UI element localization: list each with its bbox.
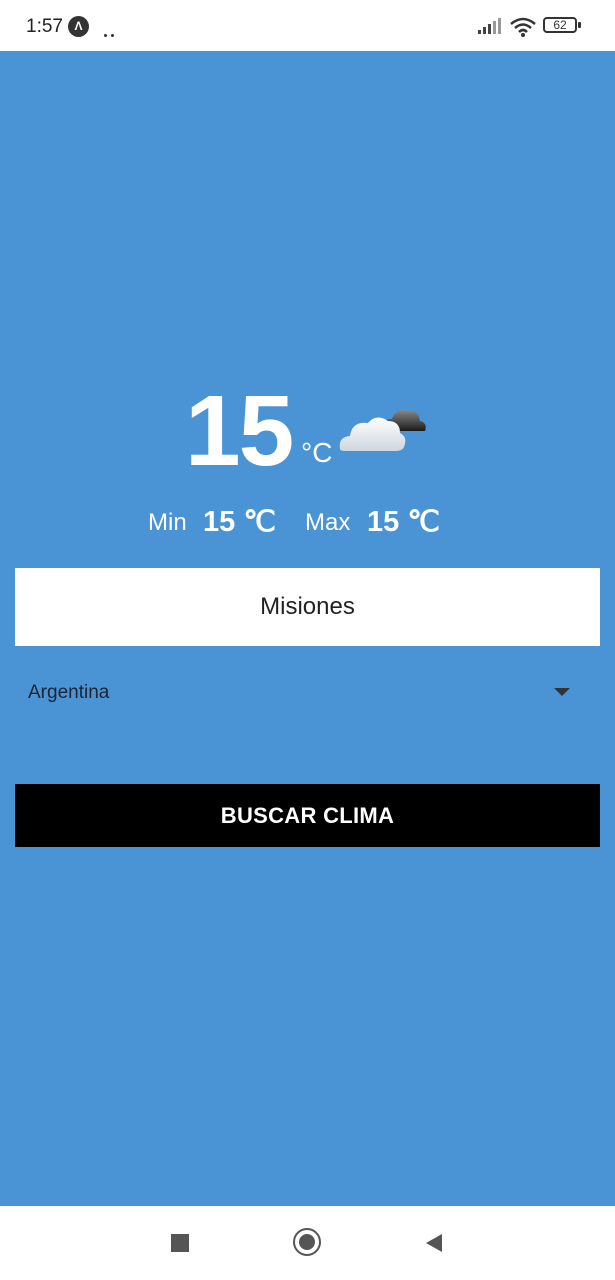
- battery-icon: 62: [543, 17, 581, 33]
- signal-icon: [478, 18, 501, 34]
- country-selected-value: Argentina: [28, 682, 110, 703]
- main-content: 15 °C Min 15 ℃ Max 15 ℃ Misiones Argenti…: [0, 51, 615, 1206]
- dropdown-arrow-icon: [554, 688, 570, 696]
- app-badge-icon: Λ: [68, 16, 89, 37]
- temperature-display: 15 °C: [0, 381, 615, 481]
- back-icon[interactable]: [424, 1233, 444, 1253]
- navigation-bar: [0, 1206, 615, 1280]
- city-input[interactable]: Misiones: [15, 568, 600, 646]
- home-icon[interactable]: [293, 1228, 321, 1256]
- search-weather-button[interactable]: BUSCAR CLIMA: [15, 784, 600, 847]
- recent-apps-icon[interactable]: [171, 1234, 189, 1252]
- battery-level: 62: [543, 17, 577, 33]
- wifi-icon: [510, 17, 536, 37]
- status-time: 1:57: [26, 16, 63, 37]
- min-label: Min: [148, 509, 187, 536]
- current-temperature: 15: [185, 375, 294, 487]
- max-label: Max: [305, 509, 351, 536]
- status-bar: 1:57 Λ 62: [0, 0, 615, 51]
- min-value: 15 ℃: [203, 506, 276, 538]
- min-max-row: Min 15 ℃ Max 15 ℃: [0, 499, 615, 539]
- notification-dots-icon: [104, 24, 120, 37]
- cloudy-icon: [339, 410, 426, 451]
- max-value: 15 ℃: [367, 506, 440, 538]
- country-select[interactable]: Argentina: [15, 663, 600, 723]
- temperature-unit: °C: [301, 437, 333, 468]
